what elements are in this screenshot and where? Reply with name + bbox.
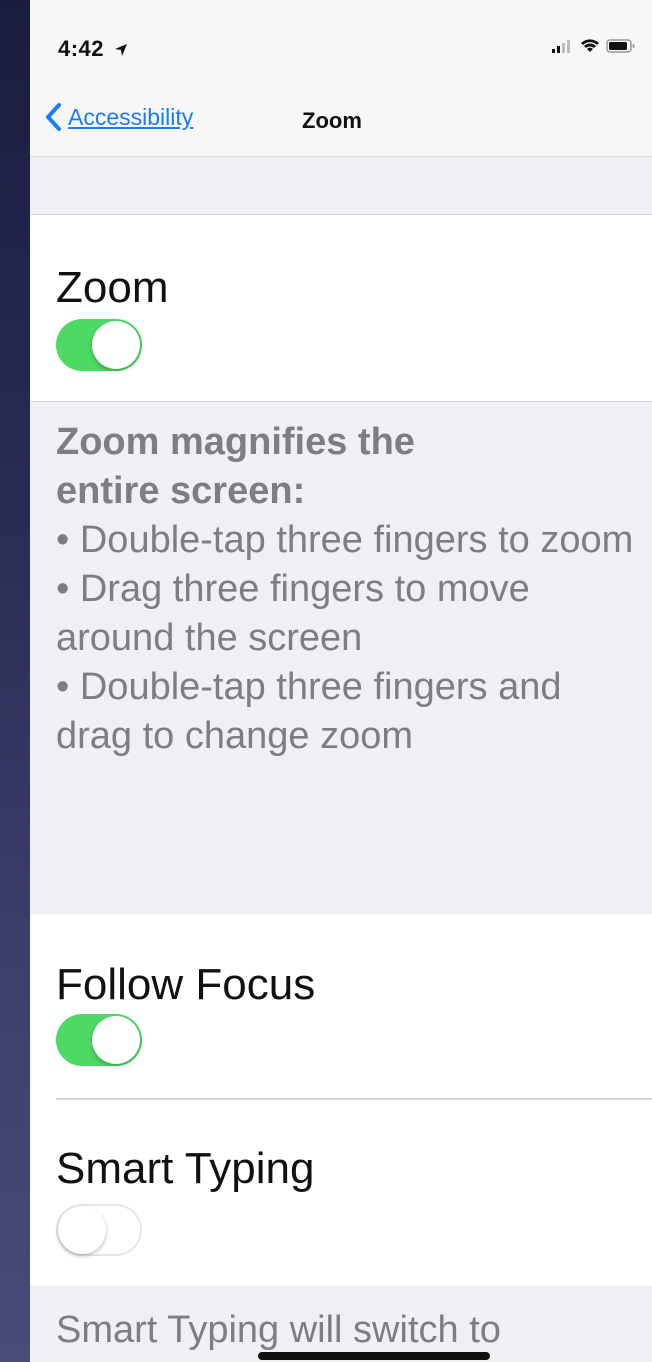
- zoom-toggle-knob: [92, 321, 140, 369]
- follow-focus-toggle[interactable]: [56, 1014, 142, 1066]
- page-title: Zoom: [302, 108, 362, 133]
- smart-typing-toggle-knob: [58, 1206, 106, 1254]
- zoom-cell: Zoom: [30, 214, 652, 402]
- back-button-label: Accessibility: [68, 103, 194, 130]
- zoom-toggle[interactable]: [56, 319, 142, 371]
- battery-icon: [606, 39, 635, 53]
- zoom-description-bullet: • Double-tap three fingers to zoom: [56, 519, 634, 561]
- status-time-label: 4:42: [58, 36, 105, 61]
- wifi-icon: [581, 39, 599, 52]
- navigation-bar: Accessibility Zoom: [30, 90, 652, 157]
- status-bar: 4:42: [30, 0, 652, 90]
- zoom-description-heading-2: entire screen:: [56, 470, 306, 512]
- zoom-description-bullet: • Double-tap three fingers and drag to c…: [56, 666, 562, 757]
- smart-typing-description: Smart Typing will switch to: [56, 1306, 636, 1355]
- smart-typing-description-text: Smart Typing will switch to: [56, 1309, 501, 1351]
- status-icons: [552, 38, 636, 54]
- home-indicator[interactable]: [258, 1352, 490, 1360]
- chevron-left-icon: [46, 103, 61, 131]
- follow-focus-toggle-knob: [92, 1016, 140, 1064]
- phone-screen: 4:42 Accessibility Zoom Zoom Zoom magnif…: [30, 0, 652, 1362]
- focus-typing-group: Follow Focus Smart Typing: [30, 914, 652, 1286]
- zoom-description-bullet: • Drag three fingers to move around the …: [56, 568, 530, 659]
- cellular-signal-icon: [552, 40, 570, 53]
- smart-typing-toggle[interactable]: [56, 1204, 142, 1256]
- zoom-label: Zoom: [56, 263, 169, 312]
- row-separator: [56, 1098, 652, 1100]
- location-arrow-icon: [114, 44, 127, 57]
- zoom-description: Zoom magnifies the entire screen: • Doub…: [56, 418, 636, 761]
- zoom-description-heading-1: Zoom magnifies the: [56, 421, 415, 463]
- back-button[interactable]: Accessibility: [44, 102, 193, 132]
- status-time: 4:42: [58, 36, 128, 62]
- smart-typing-label: Smart Typing: [56, 1144, 315, 1193]
- follow-focus-label: Follow Focus: [56, 960, 316, 1009]
